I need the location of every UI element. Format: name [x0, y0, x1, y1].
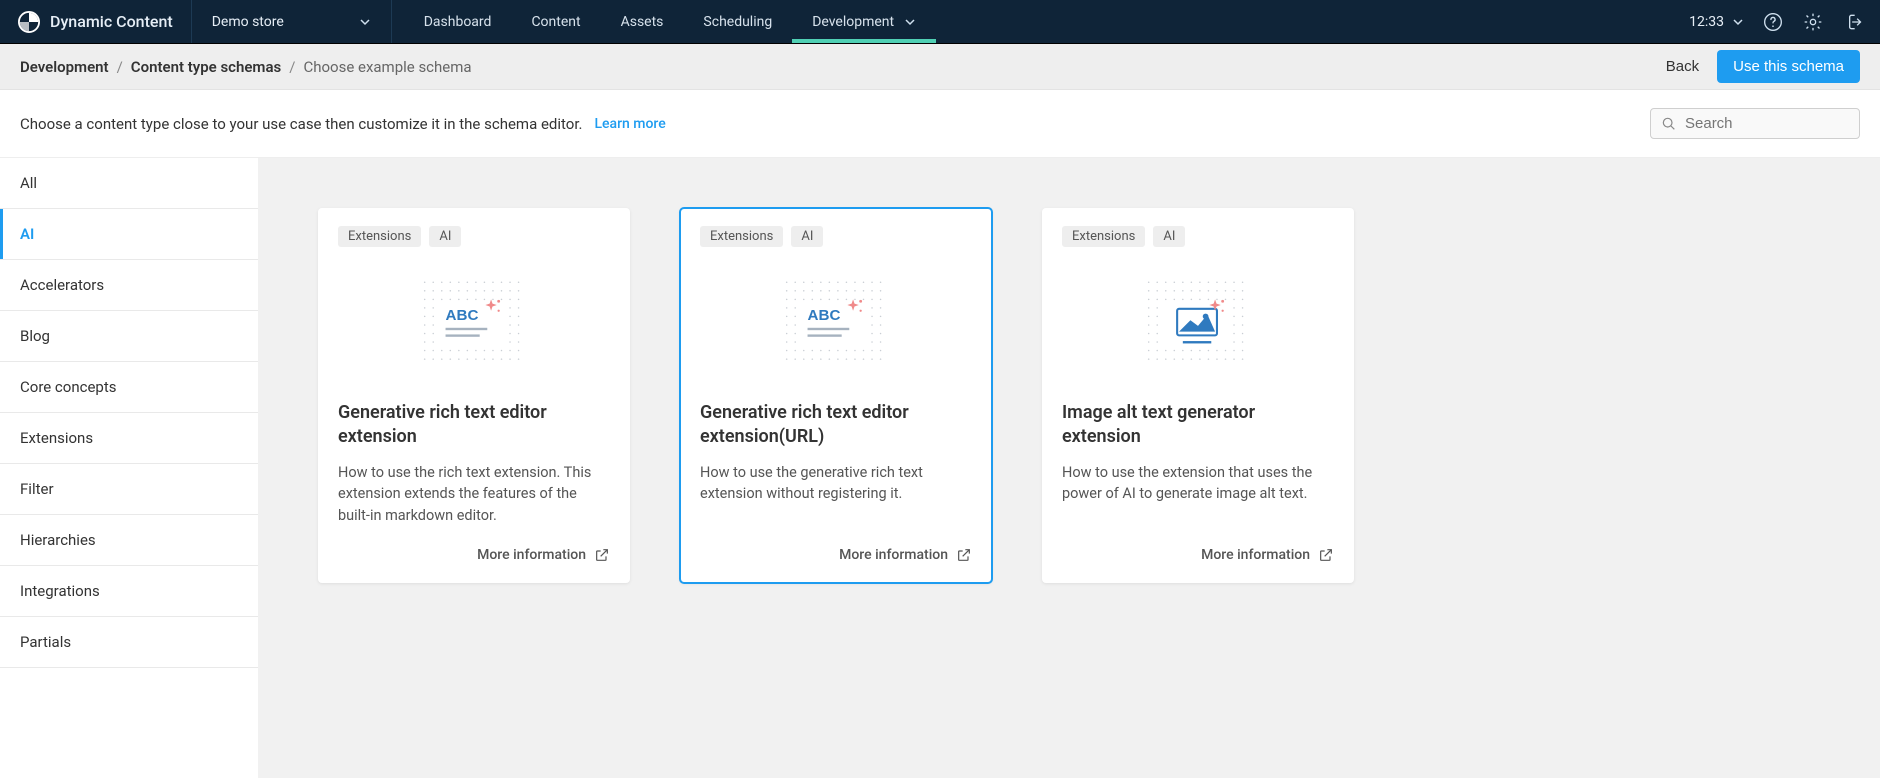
more-information-link[interactable]: More information: [338, 547, 610, 563]
clock-switcher[interactable]: 12:33: [1689, 14, 1744, 30]
use-schema-button[interactable]: Use this schema: [1717, 50, 1860, 83]
brand-logo-icon: [18, 11, 40, 33]
back-button[interactable]: Back: [1666, 58, 1699, 75]
sidebar-item-hierarchies[interactable]: Hierarchies: [0, 515, 258, 566]
external-link-icon: [956, 547, 972, 563]
clock-time: 12:33: [1689, 14, 1724, 30]
learn-more-link[interactable]: Learn more: [594, 116, 665, 132]
more-info-label: More information: [1201, 547, 1310, 563]
sidebar: AllAIAcceleratorsBlogCore conceptsExtens…: [0, 158, 258, 778]
content-area: Extensions AI ABC Generative rich text edit…: [258, 158, 1880, 778]
breadcrumb-link[interactable]: Content type schemas: [131, 58, 281, 76]
more-info-label: More information: [477, 547, 586, 563]
card-description: How to use the generative rich text exte…: [700, 462, 972, 527]
search-input[interactable]: [1685, 115, 1880, 132]
nav-tab-label: Assets: [621, 14, 664, 30]
sidebar-item-ai[interactable]: AI: [0, 209, 258, 260]
nav-tab-assets[interactable]: Assets: [601, 0, 684, 43]
nav-tab-label: Scheduling: [703, 14, 772, 30]
card-description: How to use the rich text extension. This…: [338, 462, 610, 527]
breadcrumb-separator: /: [289, 58, 295, 76]
nav-tab-development[interactable]: Development: [792, 0, 936, 43]
info-row: Choose a content type close to your use …: [0, 90, 1880, 158]
sidebar-item-core-concepts[interactable]: Core concepts: [0, 362, 258, 413]
schema-card[interactable]: Extensions AI ABC Generative rich text edit…: [680, 208, 992, 583]
card-illustration-icon: [1062, 259, 1334, 389]
nav-tabs: Dashboard Content Assets Scheduling Developm…: [404, 0, 936, 43]
more-info-label: More information: [839, 547, 948, 563]
chevron-down-icon: [359, 16, 371, 28]
breadcrumb-current: Choose example schema: [303, 58, 471, 76]
tag: Extensions: [1062, 226, 1145, 247]
chevron-down-icon: [1732, 16, 1744, 28]
card-title: Generative rich text editor extension(UR…: [700, 401, 972, 450]
card-tags: Extensions AI: [700, 226, 972, 247]
topbar-right: 12:33: [1673, 0, 1880, 43]
main: AllAIAcceleratorsBlogCore conceptsExtens…: [0, 158, 1880, 778]
svg-text:ABC: ABC: [808, 307, 841, 324]
topbar: Dynamic Content Demo store Dashboard Cont…: [0, 0, 1880, 44]
more-information-link[interactable]: More information: [1062, 547, 1334, 563]
hub-name: Demo store: [212, 14, 284, 30]
gear-icon[interactable]: [1802, 11, 1824, 33]
cards: Extensions AI ABC Generative rich text edit…: [318, 208, 1820, 583]
sidebar-item-blog[interactable]: Blog: [0, 311, 258, 362]
sidebar-item-filter[interactable]: Filter: [0, 464, 258, 515]
sidebar-item-accelerators[interactable]: Accelerators: [0, 260, 258, 311]
search-icon: [1661, 116, 1677, 132]
breadcrumb-link[interactable]: Development: [20, 58, 109, 76]
nav-tab-dashboard[interactable]: Dashboard: [404, 0, 512, 43]
subheader-actions: Back Use this schema: [1666, 50, 1860, 83]
chevron-down-icon: [904, 16, 916, 28]
sidebar-item-integrations[interactable]: Integrations: [0, 566, 258, 617]
info-text: Choose a content type close to your use …: [20, 115, 582, 133]
schema-card[interactable]: Extensions AI ABC Generative rich text edit…: [318, 208, 630, 583]
nav-tab-label: Dashboard: [424, 14, 492, 30]
tag: Extensions: [700, 226, 783, 247]
help-icon[interactable]: [1762, 11, 1784, 33]
sidebar-item-all[interactable]: All: [0, 158, 258, 209]
breadcrumb: Development / Content type schemas / Choose …: [20, 58, 472, 76]
hub-switcher[interactable]: Demo store: [192, 0, 392, 43]
external-link-icon: [1318, 547, 1334, 563]
brand: Dynamic Content: [0, 0, 192, 43]
tag: AI: [429, 226, 461, 247]
tag: Extensions: [338, 226, 421, 247]
nav-tab-content[interactable]: Content: [511, 0, 600, 43]
sidebar-item-partials[interactable]: Partials: [0, 617, 258, 668]
nav-tab-scheduling[interactable]: Scheduling: [683, 0, 792, 43]
search-box[interactable]: [1650, 108, 1860, 139]
logout-icon[interactable]: [1842, 11, 1864, 33]
tag: AI: [791, 226, 823, 247]
external-link-icon: [594, 547, 610, 563]
brand-name: Dynamic Content: [50, 12, 173, 31]
sidebar-item-extensions[interactable]: Extensions: [0, 413, 258, 464]
card-tags: Extensions AI: [1062, 226, 1334, 247]
card-title: Image alt text generator extension: [1062, 401, 1334, 450]
more-information-link[interactable]: More information: [700, 547, 972, 563]
card-tags: Extensions AI: [338, 226, 610, 247]
card-illustration-icon: ABC: [700, 259, 972, 389]
nav-tab-label: Development: [812, 14, 894, 30]
tag: AI: [1153, 226, 1185, 247]
schema-card[interactable]: Extensions AI Image alt text generator ext…: [1042, 208, 1354, 583]
breadcrumb-separator: /: [117, 58, 123, 76]
card-illustration-icon: ABC: [338, 259, 610, 389]
card-title: Generative rich text editor extension: [338, 401, 610, 450]
nav-tab-label: Content: [531, 14, 580, 30]
card-description: How to use the extension that uses the p…: [1062, 462, 1334, 527]
subheader: Development / Content type schemas / Choose …: [0, 44, 1880, 90]
svg-text:ABC: ABC: [446, 307, 479, 324]
